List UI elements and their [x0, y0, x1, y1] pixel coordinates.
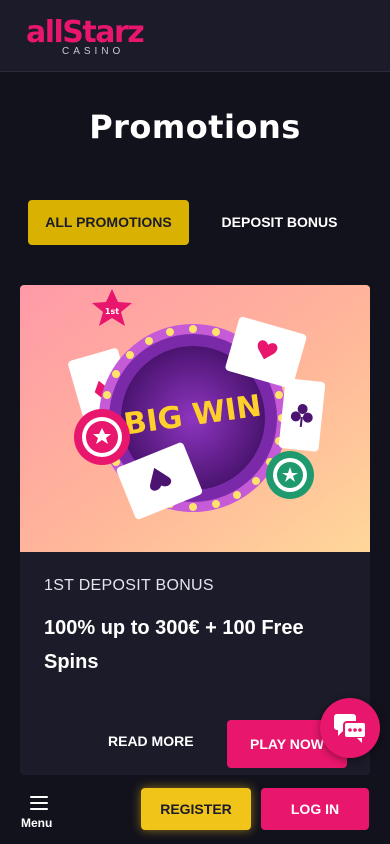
bottom-bar: Menu REGISTER LOG IN [0, 776, 390, 844]
login-button[interactable]: LOG IN [261, 788, 369, 830]
promo-banner-image[interactable]: 1st BIG WIN [20, 285, 370, 552]
logo[interactable]: allStarz CASINO [26, 12, 156, 62]
promo-label: 1ST DEPOSIT BONUS [44, 577, 214, 594]
menu-button[interactable]: Menu [18, 792, 58, 836]
chat-icon [334, 714, 367, 743]
header: allStarz CASINO [0, 0, 390, 72]
promo-title: 100% up to 300€ + 100 Free Spins [44, 617, 304, 673]
menu-label: Menu [21, 816, 53, 830]
promo-card: 1st BIG WIN 1ST DEPOSIT BONUS 100% up to… [20, 285, 370, 775]
first-badge-text: 1st [105, 307, 119, 316]
logo-subtitle: CASINO [62, 46, 125, 57]
register-button[interactable]: REGISTER [141, 788, 251, 830]
tab-all-promotions[interactable]: ALL PROMOTIONS [28, 200, 189, 245]
read-more-link[interactable]: READ MORE [108, 733, 194, 749]
hamburger-icon [30, 796, 48, 810]
chat-button[interactable] [320, 698, 380, 758]
tab-deposit-bonus[interactable]: DEPOSIT BONUS [199, 200, 360, 245]
page-title: Promotions [89, 108, 301, 146]
